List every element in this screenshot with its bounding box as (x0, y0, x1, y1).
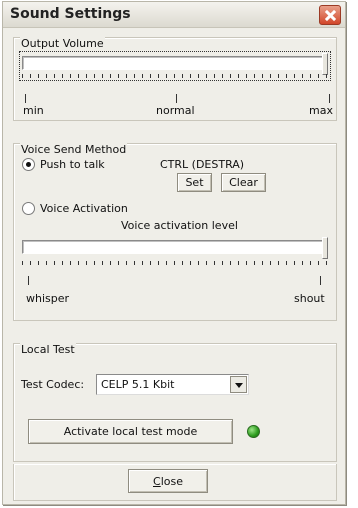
tick-shout (320, 276, 321, 285)
push-to-talk-radio[interactable] (22, 158, 35, 171)
voice-activation-level-label: Voice activation level (121, 219, 238, 232)
codec-select[interactable]: CELP 5.1 Kbit (96, 374, 249, 395)
title-bar[interactable]: Sound Settings (3, 2, 345, 28)
hotkey-label: CTRL (DESTRA) (160, 158, 245, 171)
test-codec-label: Test Codec: (21, 378, 85, 391)
window-title: Sound Settings (10, 6, 131, 22)
sound-settings-window: Sound Settings Output Volume min normal … (2, 1, 346, 505)
tick-whisper (28, 276, 29, 285)
output-volume-legend: Output Volume (20, 37, 105, 50)
activate-local-test-button[interactable]: Activate local test mode (28, 419, 233, 444)
voice-send-legend: Voice Send Method (20, 143, 128, 156)
output-volume-slider[interactable] (19, 51, 331, 81)
push-to-talk-label[interactable]: Push to talk (40, 158, 105, 171)
output-volume-ticks (22, 74, 328, 78)
voice-activation-track (22, 240, 328, 254)
voice-activation-ticks (22, 261, 328, 265)
close-button[interactable]: Close (128, 469, 208, 493)
local-test-status-indicator (247, 425, 260, 438)
clear-hotkey-button[interactable]: Clear (221, 173, 266, 192)
codec-select-value: CELP 5.1 Kbit (101, 378, 175, 391)
output-volume-track (22, 56, 328, 70)
output-volume-group: Output Volume min normal max (13, 37, 337, 121)
voice-activation-label[interactable]: Voice Activation (40, 202, 128, 215)
close-label-rest: lose (160, 474, 183, 488)
close-window-button[interactable] (319, 5, 341, 25)
set-hotkey-button[interactable]: Set (177, 173, 212, 192)
volume-max-label: max (309, 104, 333, 117)
shout-label: shout (294, 292, 325, 305)
tick-normal (176, 94, 177, 103)
whisper-label: whisper (26, 292, 70, 305)
close-mnemonic: C (153, 474, 161, 488)
voice-activation-thumb[interactable] (322, 237, 328, 259)
volume-normal-label: normal (156, 104, 195, 117)
output-volume-thumb[interactable] (322, 53, 328, 75)
volume-min-label: min (23, 104, 44, 117)
local-test-legend: Local Test (20, 343, 76, 356)
voice-activation-radio[interactable] (22, 202, 35, 215)
local-test-group: Local Test Test Codec: CELP 5.1 Kbit Act… (13, 343, 337, 462)
chevron-down-icon[interactable] (230, 376, 247, 393)
voice-activation-slider[interactable] (22, 236, 330, 272)
voice-send-group: Voice Send Method Push to talk CTRL (DES… (13, 143, 337, 321)
tick-min (25, 94, 26, 103)
tick-max (329, 94, 330, 103)
footer-area: Close (13, 464, 337, 501)
